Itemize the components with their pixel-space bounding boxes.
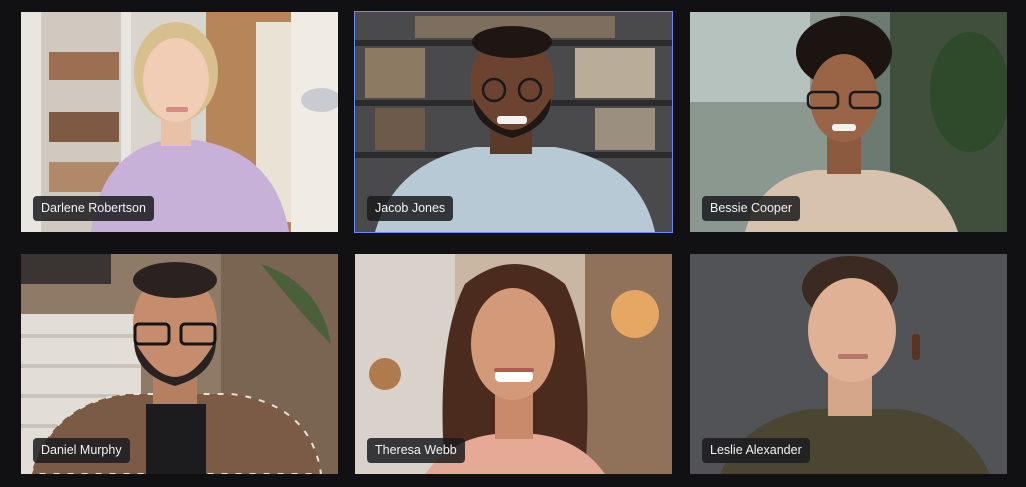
participant-tile-darlene-robertson[interactable]: Darlene Robertson [21, 12, 338, 232]
participant-name: Darlene Robertson [33, 196, 154, 221]
participant-tile-daniel-murphy[interactable]: Daniel Murphy [21, 254, 338, 474]
participant-name: Jacob Jones [367, 196, 454, 221]
participant-tile-bessie-cooper[interactable]: Bessie Cooper [690, 12, 1007, 232]
participant-name: Theresa Webb [367, 438, 465, 463]
video-grid: Darlene Robertson Jacob Jones Bessie Coo… [0, 0, 1026, 487]
participant-name: Leslie Alexander [702, 438, 810, 463]
participant-name: Bessie Cooper [702, 196, 800, 221]
participant-tile-theresa-webb[interactable]: Theresa Webb [355, 254, 672, 474]
participant-tile-leslie-alexander[interactable]: Leslie Alexander [690, 254, 1007, 474]
participant-tile-jacob-jones[interactable]: Jacob Jones [354, 11, 673, 233]
participant-name: Daniel Murphy [33, 438, 130, 463]
